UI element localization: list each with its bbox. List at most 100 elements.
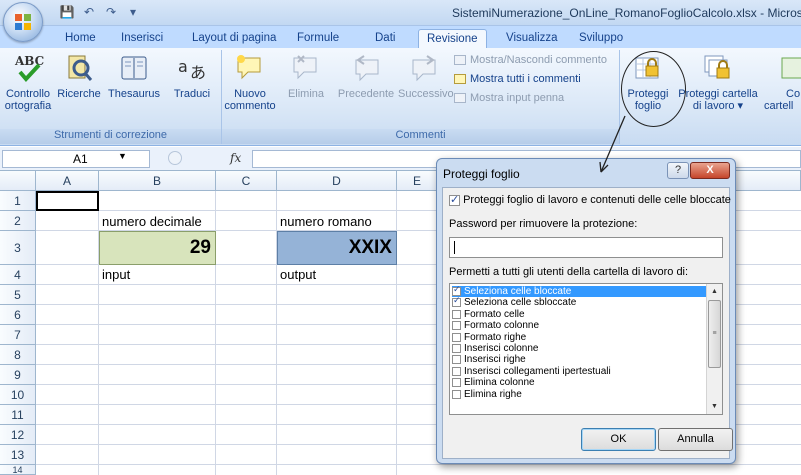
show-hide-comment-icon — [454, 55, 466, 65]
row-header[interactable]: 12 — [0, 425, 36, 445]
permission-checkbox[interactable] — [452, 321, 461, 331]
active-cell-a1[interactable] — [36, 191, 99, 211]
list-item[interactable]: Formato celle — [452, 309, 707, 320]
permission-checkbox[interactable] — [452, 296, 461, 308]
input-value: 29 — [189, 237, 211, 258]
protect-workbook-label-1: Proteggi cartella — [678, 88, 758, 100]
column-header-b[interactable]: B — [99, 171, 216, 191]
scroll-thumb[interactable]: ≡ — [708, 300, 721, 368]
insert-function-button[interactable]: fx — [230, 151, 241, 165]
list-item[interactable]: Inserisci collegamenti ipertestuali — [452, 366, 707, 377]
permission-checkbox[interactable] — [452, 355, 461, 365]
delete-comment-button[interactable]: Elimina — [278, 52, 334, 100]
row-header[interactable]: 5 — [0, 285, 36, 305]
scroll-down-icon[interactable]: ▼ — [707, 399, 722, 414]
translate-icon: aあ — [178, 57, 206, 82]
list-item[interactable]: Formato righe — [452, 332, 707, 343]
password-input[interactable] — [449, 237, 723, 258]
window-title: SistemiNumerazione_OnLine_RomanoFoglioCa… — [452, 6, 801, 20]
tab-inserisci[interactable]: Inserisci — [121, 29, 163, 48]
office-button[interactable] — [3, 2, 43, 42]
protect-sheet-button[interactable]: Proteggi foglio — [624, 52, 672, 112]
row-header[interactable]: 6 — [0, 305, 36, 325]
list-item[interactable]: Seleziona celle bloccate — [452, 285, 707, 298]
ribbon: ABC Controllo ortografia Ricerche Thesau… — [0, 48, 801, 146]
tab-visualizza[interactable]: Visualizza — [506, 29, 558, 48]
list-item[interactable]: Seleziona celle sbloccate — [452, 296, 707, 308]
research-button[interactable]: Ricerche — [55, 52, 103, 100]
input-cell-b3[interactable]: 29 — [99, 231, 216, 265]
show-all-comments-button[interactable]: Mostra tutti i commenti — [454, 73, 581, 85]
tab-formule[interactable]: Formule — [297, 29, 339, 48]
permission-checkbox[interactable] — [452, 309, 461, 319]
permission-checkbox[interactable] — [452, 285, 461, 297]
translate-button[interactable]: aあ Traduci — [165, 52, 219, 100]
redo-icon[interactable]: ↷ — [102, 4, 120, 20]
name-box[interactable]: A1 — [2, 150, 150, 168]
list-item[interactable]: Inserisci colonne — [452, 343, 707, 354]
permissions-label: Permetti a tutti gli utenti della cartel… — [449, 266, 689, 278]
permission-label: Formato colonne — [464, 320, 540, 332]
permission-checkbox[interactable] — [452, 389, 461, 399]
undo-icon[interactable]: ↶ — [80, 4, 98, 20]
help-button[interactable]: ? — [667, 162, 689, 179]
row-header[interactable]: 13 — [0, 445, 36, 465]
row-header[interactable]: 4 — [0, 265, 36, 285]
protect-workbook-button[interactable]: Proteggi cartella di lavoro ▾ — [674, 52, 762, 112]
save-icon[interactable]: 💾 — [58, 4, 76, 20]
tab-layout[interactable]: Layout di pagina — [192, 29, 276, 48]
close-button[interactable]: X — [690, 162, 730, 179]
list-item[interactable]: Formato colonne — [452, 320, 707, 331]
thesaurus-button[interactable]: Thesaurus — [104, 52, 164, 100]
column-header-c[interactable]: C — [216, 171, 277, 191]
next-comment-button[interactable]: Successivo — [398, 52, 454, 100]
select-all-corner[interactable] — [0, 171, 36, 191]
show-ink-button[interactable]: Mostra input penna — [454, 92, 564, 104]
permission-checkbox[interactable] — [452, 332, 461, 342]
permission-checkbox[interactable] — [452, 344, 461, 354]
new-comment-button[interactable]: Nuovo commento — [224, 52, 276, 112]
permissions-list[interactable]: Seleziona celle bloccate Seleziona celle… — [449, 283, 723, 415]
output-cell-d3[interactable]: XXIX — [277, 231, 397, 265]
qat-dropdown-icon[interactable]: ▾ — [124, 4, 142, 20]
list-item[interactable]: Elimina righe — [452, 389, 707, 400]
research-label: Ricerche — [57, 88, 101, 100]
svg-text:a: a — [178, 57, 188, 76]
cell-b2: numero decimale — [102, 214, 202, 229]
permission-checkbox[interactable] — [452, 366, 461, 376]
tab-revisione[interactable]: Revisione — [418, 29, 487, 48]
permission-label: Formato celle — [464, 308, 525, 320]
tab-home[interactable]: Home — [65, 29, 96, 48]
row-header[interactable]: 10 — [0, 385, 36, 405]
spelling-button[interactable]: ABC Controllo ortografia — [2, 52, 54, 112]
tab-sviluppo[interactable]: Sviluppo — [579, 29, 623, 48]
protect-contents-option[interactable]: Proteggi foglio di lavoro e contenuti de… — [449, 193, 731, 206]
column-header-a[interactable]: A — [36, 171, 99, 191]
row-header[interactable]: 3 — [0, 231, 36, 265]
list-item[interactable]: Elimina colonne — [452, 377, 707, 388]
text-caret — [454, 241, 455, 254]
scroll-up-icon[interactable]: ▲ — [707, 284, 722, 299]
row-header[interactable]: 11 — [0, 405, 36, 425]
list-scrollbar[interactable]: ▲ ≡ ▼ — [706, 284, 722, 414]
row-header[interactable]: 9 — [0, 365, 36, 385]
previous-comment-button[interactable]: Precedente — [335, 52, 397, 100]
formula-cancel-icon[interactable] — [168, 151, 182, 165]
show-hide-comment-button[interactable]: Mostra/Nascondi commento — [454, 54, 607, 66]
row-header[interactable]: 7 — [0, 325, 36, 345]
tab-dati[interactable]: Dati — [375, 29, 395, 48]
row-header[interactable]: 14 — [0, 465, 36, 475]
list-item[interactable]: Inserisci righe — [452, 354, 707, 365]
permission-checkbox[interactable] — [452, 378, 461, 388]
ok-button[interactable]: OK — [581, 428, 656, 451]
row-header[interactable]: 1 — [0, 191, 36, 211]
cancel-button[interactable]: Annulla — [658, 428, 733, 451]
protect-contents-checkbox[interactable] — [449, 193, 460, 206]
row-header[interactable]: 2 — [0, 211, 36, 231]
column-header-d[interactable]: D — [277, 171, 397, 191]
share-workbook-button[interactable]: Co cartell — [764, 52, 801, 112]
name-box-dropdown-icon[interactable]: ▼ — [118, 151, 127, 161]
spelling-label-1: Controllo — [5, 88, 51, 100]
permission-label: Elimina righe — [464, 388, 522, 400]
row-header[interactable]: 8 — [0, 345, 36, 365]
